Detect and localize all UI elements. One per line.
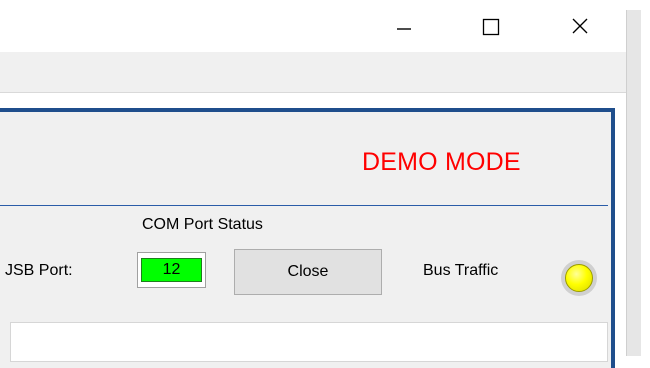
window-edge	[626, 10, 641, 356]
title-bar	[0, 0, 626, 52]
demo-mode-label: DEMO MODE	[362, 148, 521, 176]
maximize-button[interactable]	[467, 8, 513, 44]
usb-port-label: JSB Port:	[5, 262, 73, 279]
menu-bar	[0, 52, 626, 93]
com-port-status-label: COM Port Status	[142, 216, 263, 233]
maximize-icon	[482, 18, 500, 36]
divider	[0, 205, 608, 206]
log-area	[10, 322, 608, 362]
minimize-button[interactable]	[380, 8, 426, 44]
com-port-field: 12	[137, 252, 206, 288]
led-indicator-icon	[565, 264, 593, 292]
com-port-number: 12	[141, 258, 202, 282]
bus-traffic-label: Bus Traffic	[423, 262, 499, 279]
minimize-icon	[397, 28, 411, 30]
close-window-button[interactable]	[556, 8, 602, 44]
close-icon	[572, 18, 588, 34]
close-port-button[interactable]: Close	[234, 249, 382, 295]
bus-traffic-led	[561, 260, 597, 296]
